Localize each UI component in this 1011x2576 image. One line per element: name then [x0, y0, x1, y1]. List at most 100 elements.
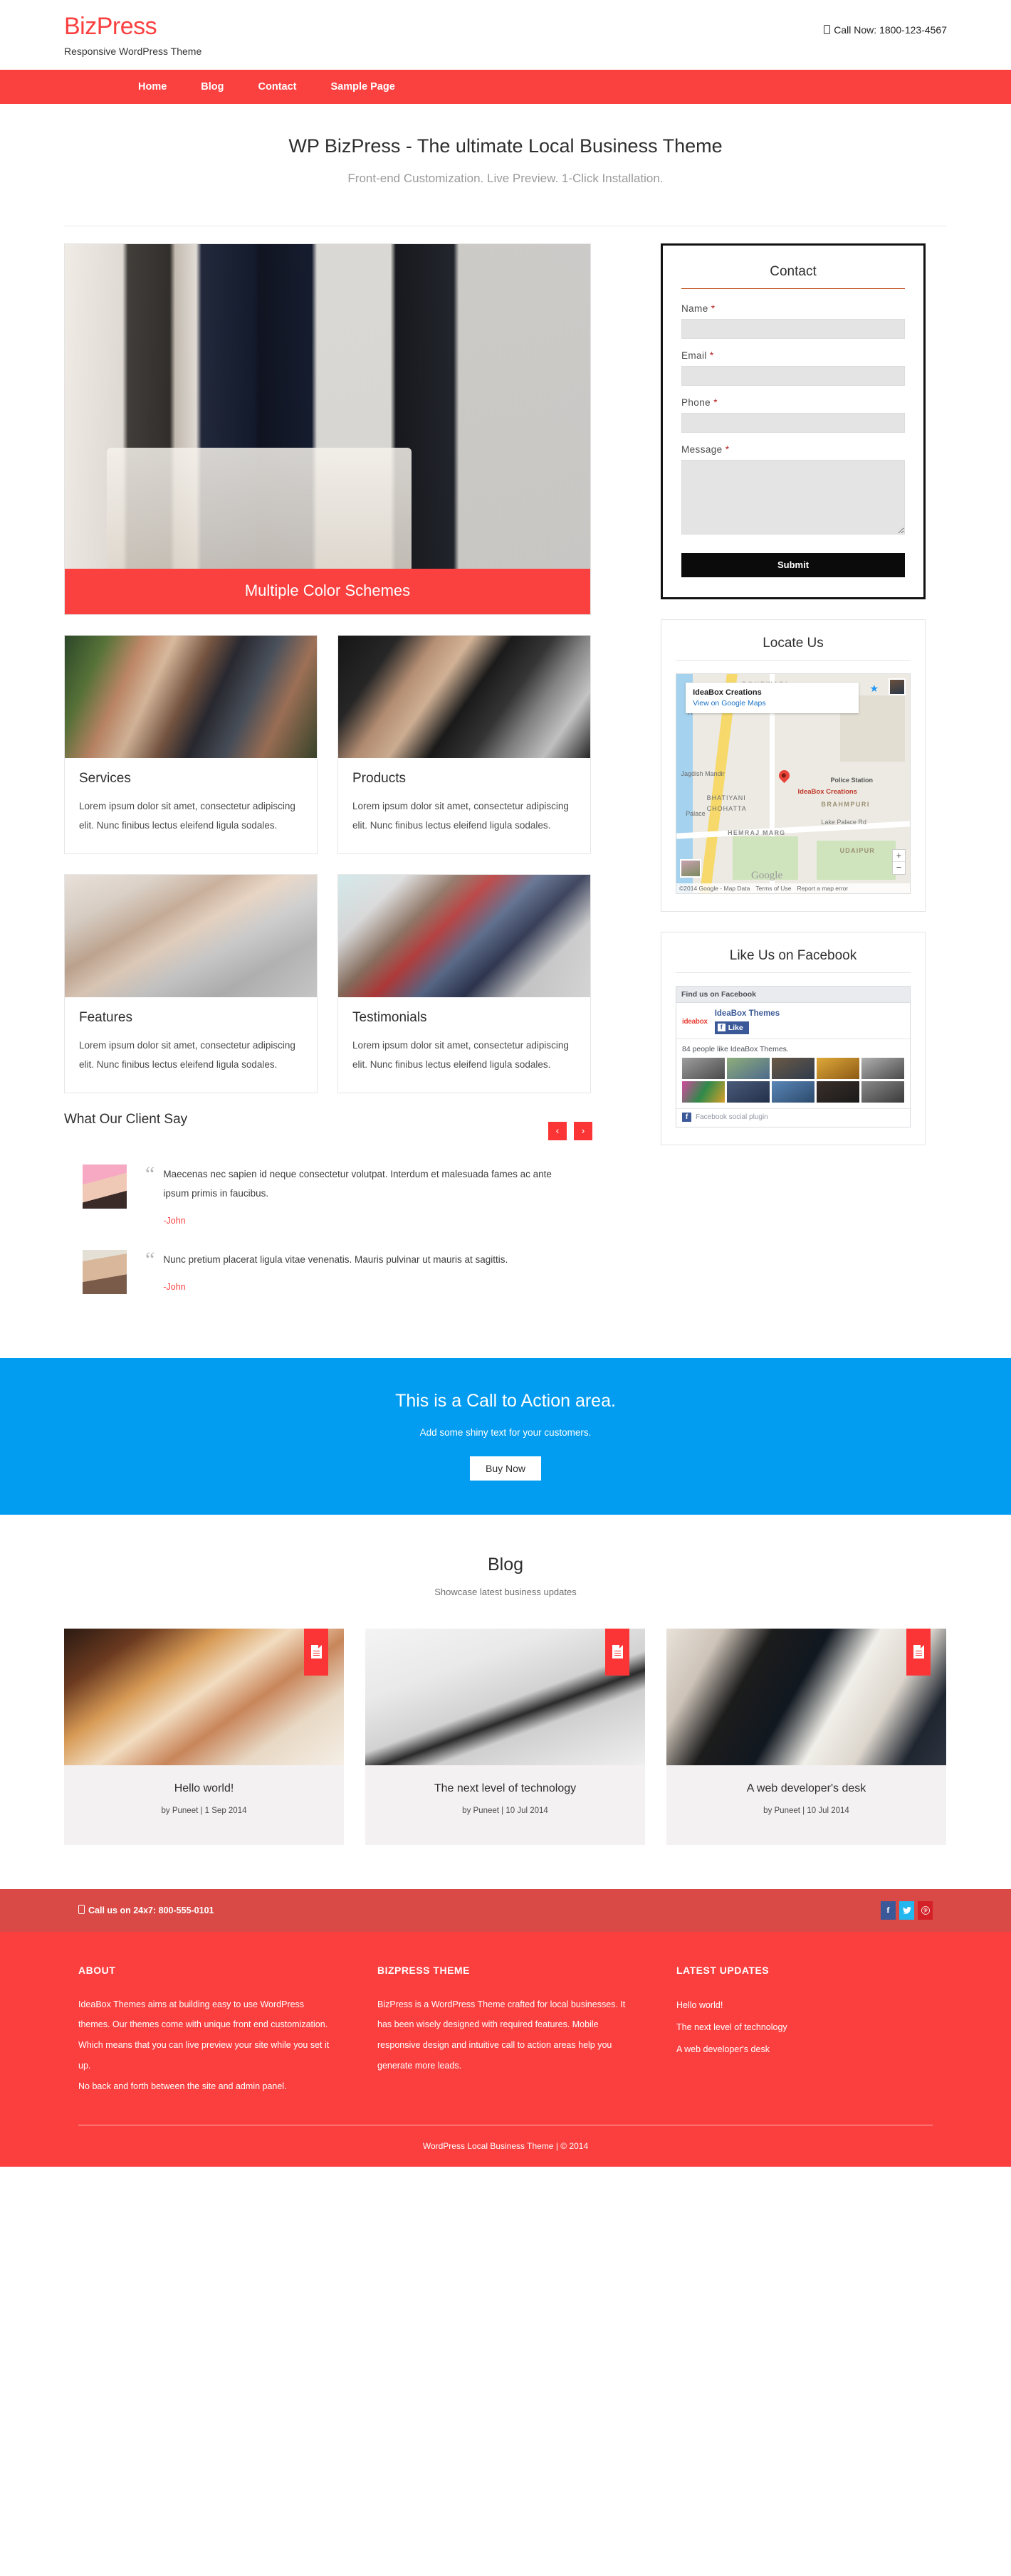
facebook-like-button[interactable]: f Like [714, 1021, 749, 1034]
feature-card-features[interactable]: Features Lorem ipsum dolor sit amet, con… [64, 873, 318, 1093]
feature-card-image [65, 635, 317, 758]
feature-card-grid: Services Lorem ipsum dolor sit amet, con… [64, 634, 627, 1093]
locate-us-title: Locate Us [763, 635, 824, 651]
footer-column-bizpress-theme: BIZPRESS THEME BizPress is a WordPress T… [377, 1965, 634, 2097]
document-icon [913, 1645, 924, 1659]
hero-slider[interactable]: Multiple Color Schemes [64, 243, 591, 615]
feature-card-testimonials[interactable]: Testimonials Lorem ipsum dolor sit amet,… [337, 873, 591, 1093]
blog-post-title[interactable]: The next level of technology [375, 1782, 635, 1795]
footer-call-us[interactable]: Call us on 24x7: 800-555-0101 [78, 1905, 214, 1915]
blog-post-grid: Hello world! by Puneet | 1 Sep 2014 The … [64, 1628, 947, 1845]
footer-column-text: BizPress is a WordPress Theme crafted fo… [377, 1999, 626, 2071]
cta-title: This is a Call to Action area. [395, 1390, 616, 1411]
contact-widget-title: Contact [770, 263, 817, 279]
blog-post-meta: by Puneet | 10 Jul 2014 [462, 1806, 548, 1815]
feature-card-image [65, 874, 317, 997]
map-label: Palace [686, 809, 706, 817]
feature-card-products[interactable]: Products Lorem ipsum dolor sit amet, con… [337, 634, 591, 854]
testimonial-prev-button[interactable]: ‹ [548, 1121, 567, 1140]
buy-now-button[interactable]: Buy Now [469, 1456, 542, 1481]
blog-post-card[interactable]: The next level of technology by Puneet |… [365, 1628, 645, 1845]
page-title: WP BizPress - The ultimate Local Busines… [288, 135, 723, 157]
quote-icon: “ [145, 1162, 155, 1186]
blog-section-title: Blog [487, 1554, 524, 1574]
feature-card-title: Products [352, 770, 406, 786]
facebook-icon: f [717, 1024, 725, 1032]
map-infobox-name: IdeaBox Creations [693, 688, 762, 697]
facebook-plugin-footer: f Facebook social plugin [676, 1108, 910, 1127]
message-textarea[interactable] [681, 459, 905, 535]
facebook-avatar [682, 1081, 725, 1103]
map-label: BHATIYANI [706, 794, 746, 802]
facebook-page-name[interactable]: IdeaBox Themes [715, 1009, 780, 1018]
twitter-icon[interactable] [899, 1901, 914, 1920]
facebook-like-box: Find us on Facebook ideabox IdeaBox Them… [676, 985, 911, 1127]
facebook-friend-avatars [676, 1057, 910, 1108]
testimonial-avatar [83, 1249, 127, 1294]
ideabox-logo: ideabox [682, 1017, 708, 1026]
facebook-widget: Like Us on Facebook Find us on Facebook … [661, 931, 926, 1145]
map-report-link[interactable]: Report a map error [797, 885, 848, 892]
blog-post-meta: by Puneet | 1 Sep 2014 [161, 1806, 247, 1815]
facebook-widget-title: Like Us on Facebook [729, 947, 857, 963]
message-field-label: Message * [681, 443, 730, 455]
facebook-title-divider [676, 972, 911, 973]
blog-post-title[interactable]: Hello world! [74, 1782, 334, 1795]
testimonial-item: “ Nunc pretium placerat ligula vitae ven… [64, 1248, 627, 1294]
testimonial-next-button[interactable]: › [574, 1121, 592, 1140]
phone-input[interactable] [681, 412, 905, 433]
facebook-avatar [682, 1057, 725, 1079]
facebook-like-count: 84 people like IdeaBox Themes. [682, 1044, 789, 1053]
map-pin-label: IdeaBox Creations [797, 787, 857, 796]
nav-item-contact[interactable]: Contact [241, 70, 314, 104]
main-content: Multiple Color Schemes Services Lorem ip… [64, 226, 947, 1294]
feature-card-image [338, 635, 590, 758]
facebook-find-us-header: Find us on Facebook [676, 986, 910, 1003]
footer-column-heading: LATEST UPDATES [676, 1964, 770, 1976]
pinterest-icon[interactable] [918, 1901, 933, 1920]
map-view-on-google-link[interactable]: View on Google Maps [693, 699, 852, 708]
site-footer: ABOUT IdeaBox Themes aims at building ea… [0, 1931, 1011, 2167]
blog-post-card[interactable]: Hello world! by Puneet | 1 Sep 2014 [64, 1628, 344, 1845]
blog-post-thumbnail [365, 1628, 645, 1765]
footer-update-link[interactable]: A web developer's desk [676, 2039, 933, 2061]
google-map[interactable]: BOHRWADI Jagdish Mandir R BHATIYANI CHOH… [676, 673, 911, 894]
map-pin-icon [777, 768, 792, 784]
name-field-label: Name * [681, 303, 716, 314]
facebook-avatar [727, 1057, 770, 1079]
map-zoom-out-button[interactable]: − [893, 862, 905, 874]
email-input[interactable] [681, 365, 905, 386]
facebook-avatar [861, 1057, 904, 1079]
blog-post-card[interactable]: A web developer's desk by Puneet | 10 Ju… [666, 1628, 946, 1845]
map-credit-bar: ©2014 Google - Map Data Terms of Use Rep… [676, 883, 910, 893]
footer-update-link[interactable]: Hello world! [676, 1994, 933, 2017]
footer-column-about: ABOUT IdeaBox Themes aims at building ea… [78, 1965, 335, 2097]
map-zoom-in-button[interactable]: + [893, 850, 905, 862]
map-zoom-controls: + − [892, 848, 906, 875]
nav-item-blog[interactable]: Blog [184, 70, 241, 104]
footer-column-heading: ABOUT [78, 1964, 116, 1976]
map-label: BRAHMPURI [821, 801, 870, 809]
blog-post-title[interactable]: A web developer's desk [676, 1782, 936, 1795]
name-input[interactable] [681, 318, 905, 339]
map-terms-link[interactable]: Terms of Use [755, 885, 791, 892]
footer-update-link[interactable]: The next level of technology [676, 2017, 933, 2039]
feature-card-services[interactable]: Services Lorem ipsum dolor sit amet, con… [64, 634, 318, 854]
feature-card-title: Services [79, 770, 131, 786]
site-logo-text[interactable]: BizPress [64, 14, 201, 40]
required-marker: * [711, 303, 716, 314]
header-call-now[interactable]: Call Now: 1800-123-4567 [824, 14, 947, 36]
nav-item-home[interactable]: Home [75, 70, 184, 104]
submit-button[interactable]: Submit [681, 552, 905, 577]
required-marker: * [713, 396, 718, 408]
nav-item-sample-page[interactable]: Sample Page [314, 70, 412, 104]
testimonial-author: -John [163, 1281, 186, 1292]
mobile-phone-icon [78, 1905, 85, 1915]
blog-post-thumbnail [64, 1628, 344, 1765]
facebook-like-label: Like [728, 1023, 743, 1032]
social-links: f [881, 1901, 933, 1920]
map-streetview-thumb[interactable] [680, 858, 701, 878]
facebook-icon[interactable]: f [881, 1901, 896, 1920]
map-infobox[interactable]: IdeaBox Creations View on Google Maps [686, 683, 859, 713]
star-icon[interactable]: ★ [869, 683, 879, 695]
